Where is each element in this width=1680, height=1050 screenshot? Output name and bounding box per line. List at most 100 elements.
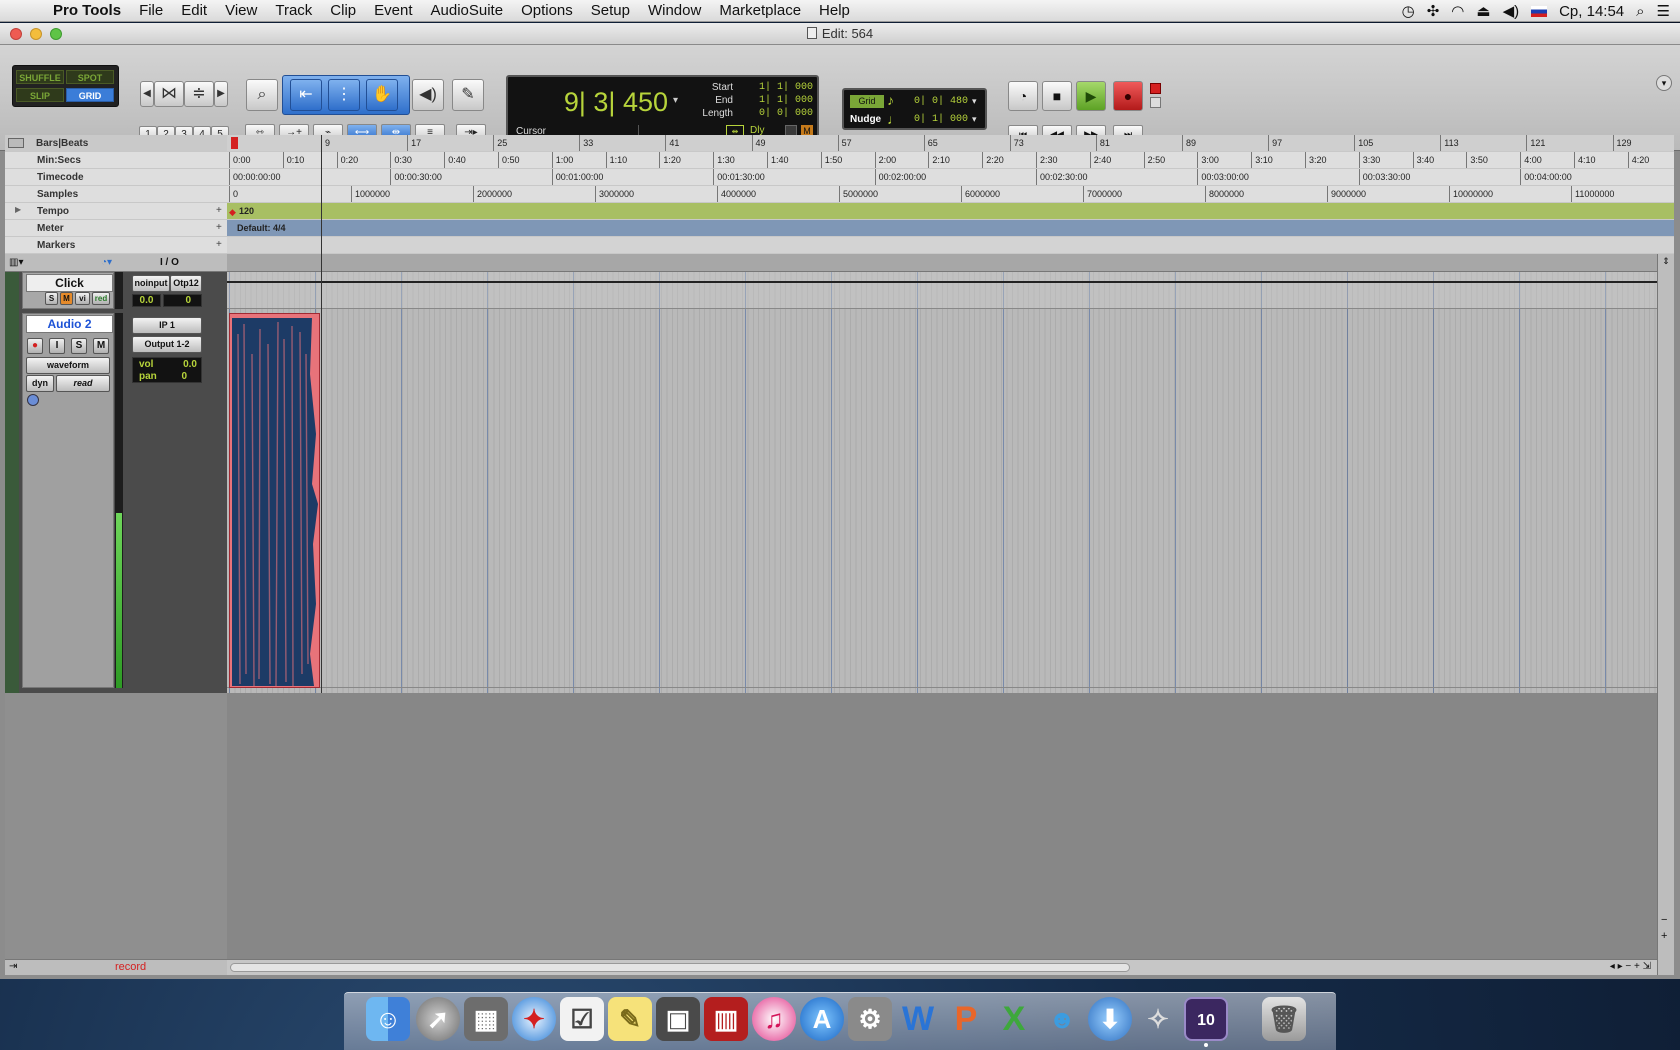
nudge-dropdown-icon[interactable]: ▾: [972, 114, 977, 125]
show-tracks-toggle-icon[interactable]: ⇥: [9, 961, 17, 972]
ruler-samples-label[interactable]: Samples: [5, 186, 227, 203]
zoom-window-button[interactable]: [50, 28, 62, 40]
audio2-playlist-icon[interactable]: [27, 394, 39, 406]
zoom-in-arrow-icon[interactable]: ▶: [214, 81, 228, 107]
ruler-meter-label[interactable]: Meter: [5, 220, 227, 237]
menu-marketplace[interactable]: Marketplace: [710, 2, 810, 19]
finder-icon[interactable]: ☺: [366, 997, 410, 1041]
menu-event[interactable]: Event: [365, 2, 421, 19]
click-mute-button[interactable]: M: [60, 292, 73, 305]
play-button-icon[interactable]: ▶: [1076, 81, 1106, 111]
ruler-minsecs-label[interactable]: Min:Secs: [5, 152, 227, 169]
meter-ruler[interactable]: Default: 4/4: [227, 220, 1674, 237]
excel-icon[interactable]: X: [992, 997, 1036, 1041]
safari-icon[interactable]: ✦: [512, 997, 556, 1041]
click-view-button[interactable]: vi: [75, 292, 90, 305]
trash-icon[interactable]: 🗑: [1262, 997, 1306, 1041]
audio2-output-selector[interactable]: Output 1-2: [132, 336, 202, 353]
vertical-zoom-minus-icon[interactable]: −: [1661, 914, 1667, 926]
ruler-bars-beats-label[interactable]: Bars|Beats: [5, 135, 227, 152]
facetime-icon[interactable]: ▣: [656, 997, 700, 1041]
stickies-icon[interactable]: ✎: [608, 997, 652, 1041]
horizontal-scroll-thumb[interactable]: [230, 963, 1130, 972]
zoomer-tool-icon[interactable]: ⌕: [246, 79, 278, 111]
menu-clip[interactable]: Clip: [321, 2, 365, 19]
slip-mode-button[interactable]: SLIP: [16, 88, 64, 102]
directory-utility-icon[interactable]: ✧: [1136, 997, 1180, 1041]
ruler-timecode-label[interactable]: Timecode: [5, 169, 227, 186]
main-counter-value[interactable]: 9| 3| 450: [538, 87, 668, 118]
timebase-icon[interactable]: ◔▾: [101, 257, 112, 268]
menu-track[interactable]: Track: [266, 2, 321, 19]
audio-clip[interactable]: [229, 313, 320, 688]
audio2-track-header[interactable]: Audio 2 ● I S M waveform dyn read: [22, 313, 114, 688]
spotlight-icon[interactable]: ⌕: [1636, 3, 1644, 20]
pencil-tool-icon[interactable]: ✎: [452, 79, 484, 111]
system-preferences-icon[interactable]: ⚙: [848, 997, 892, 1041]
eject-icon[interactable]: ⏏: [1476, 2, 1490, 20]
audio2-input-selector[interactable]: IP 1: [132, 317, 202, 334]
trim-tool-icon[interactable]: ⇤: [290, 79, 322, 111]
click-solo-button[interactable]: S: [45, 292, 58, 305]
audio2-view-selector[interactable]: waveform: [26, 357, 110, 374]
length-value[interactable]: 0| 0| 000: [738, 108, 813, 119]
audio-zoom-icon[interactable]: ⋈: [154, 81, 184, 107]
audio2-track-lane[interactable]: [227, 313, 1657, 688]
audio2-record-arm-icon[interactable]: ●: [27, 338, 43, 354]
app-menu[interactable]: Pro Tools: [44, 2, 130, 19]
edit-playlist-area[interactable]: [227, 254, 1674, 693]
add-marker-icon[interactable]: +: [216, 239, 222, 250]
tempo-ruler[interactable]: ◆ 120: [227, 203, 1674, 220]
vertical-zoom-plus-icon[interactable]: +: [1661, 930, 1667, 942]
menubar-clock[interactable]: Ср, 14:54: [1559, 3, 1624, 20]
counter-dropdown-icon[interactable]: ▾: [673, 95, 678, 106]
nudge-value[interactable]: 0| 1| 000: [904, 114, 968, 125]
audio2-dyn-button[interactable]: dyn: [26, 375, 54, 392]
vertical-scrollbar[interactable]: ⇕ − +: [1657, 254, 1674, 975]
launchpad-icon[interactable]: ➚: [416, 997, 460, 1041]
click-track-name[interactable]: Click: [26, 274, 113, 292]
playhead-start-icon[interactable]: [231, 137, 238, 149]
minimize-window-button[interactable]: [30, 28, 42, 40]
tempo-marker-icon[interactable]: ◆: [229, 207, 236, 218]
menu-options[interactable]: Options: [512, 2, 582, 19]
tempo-expand-icon[interactable]: ▶: [15, 205, 21, 214]
horizontal-scrollbar[interactable]: ◂ ▸ − + ⇲: [227, 959, 1657, 975]
audio2-track-name[interactable]: Audio 2: [26, 315, 113, 333]
audio2-automation-mode[interactable]: read: [56, 375, 110, 392]
audio2-pan-value[interactable]: 0: [181, 371, 187, 382]
click-output-selector[interactable]: Otp12: [170, 275, 202, 292]
menu-edit[interactable]: Edit: [172, 2, 216, 19]
midi-zoom-icon[interactable]: ≑: [184, 81, 214, 107]
time-machine-icon[interactable]: ◷: [1402, 2, 1415, 20]
add-tempo-icon[interactable]: +: [216, 205, 222, 216]
menu-view[interactable]: View: [216, 2, 266, 19]
grabber-tool-icon[interactable]: ✋: [366, 79, 398, 111]
grid-label[interactable]: Grid: [850, 95, 884, 108]
input-source-flag-icon[interactable]: [1531, 5, 1548, 17]
toolbar-menu-icon[interactable]: ▾: [1656, 75, 1672, 91]
word-icon[interactable]: W: [896, 997, 940, 1041]
powerpoint-icon[interactable]: P: [944, 997, 988, 1041]
click-volume-value[interactable]: 0.0: [132, 294, 161, 307]
online-button-icon[interactable]: ◔: [1008, 81, 1038, 111]
timecode-ruler[interactable]: 00:00:00:00 00:00:30:00 00:01:00:00 00:01:3…: [227, 169, 1674, 186]
audio2-solo-button[interactable]: S: [71, 338, 87, 354]
click-track-header[interactable]: Click S M vi red: [22, 272, 114, 309]
ruler-markers-label[interactable]: Markers: [5, 237, 227, 254]
volume-icon[interactable]: ◀): [1503, 2, 1520, 20]
minsecs-ruler[interactable]: 0:00 0:10 0:20 0:30 0:40 0:50 1:00 1:10 1:20 1:30…: [227, 152, 1674, 169]
tempo-value[interactable]: 120: [239, 203, 254, 219]
add-meter-icon[interactable]: +: [216, 222, 222, 233]
pro-tools-icon[interactable]: 10: [1184, 997, 1228, 1041]
downloads-icon[interactable]: ⬇: [1088, 997, 1132, 1041]
end-value[interactable]: 1| 1| 000: [738, 95, 813, 106]
menu-window[interactable]: Window: [639, 2, 710, 19]
loop-indicator-icon[interactable]: [1150, 97, 1161, 108]
bluetooth-icon[interactable]: ✣: [1427, 2, 1440, 20]
click-input-selector[interactable]: noinput: [132, 275, 170, 292]
click-record-mode-button[interactable]: red: [92, 292, 110, 305]
punch-indicator-icon[interactable]: [1150, 83, 1161, 94]
ruler-tempo-label[interactable]: Tempo: [5, 203, 227, 220]
grid-value[interactable]: 0| 0| 480: [904, 96, 968, 107]
